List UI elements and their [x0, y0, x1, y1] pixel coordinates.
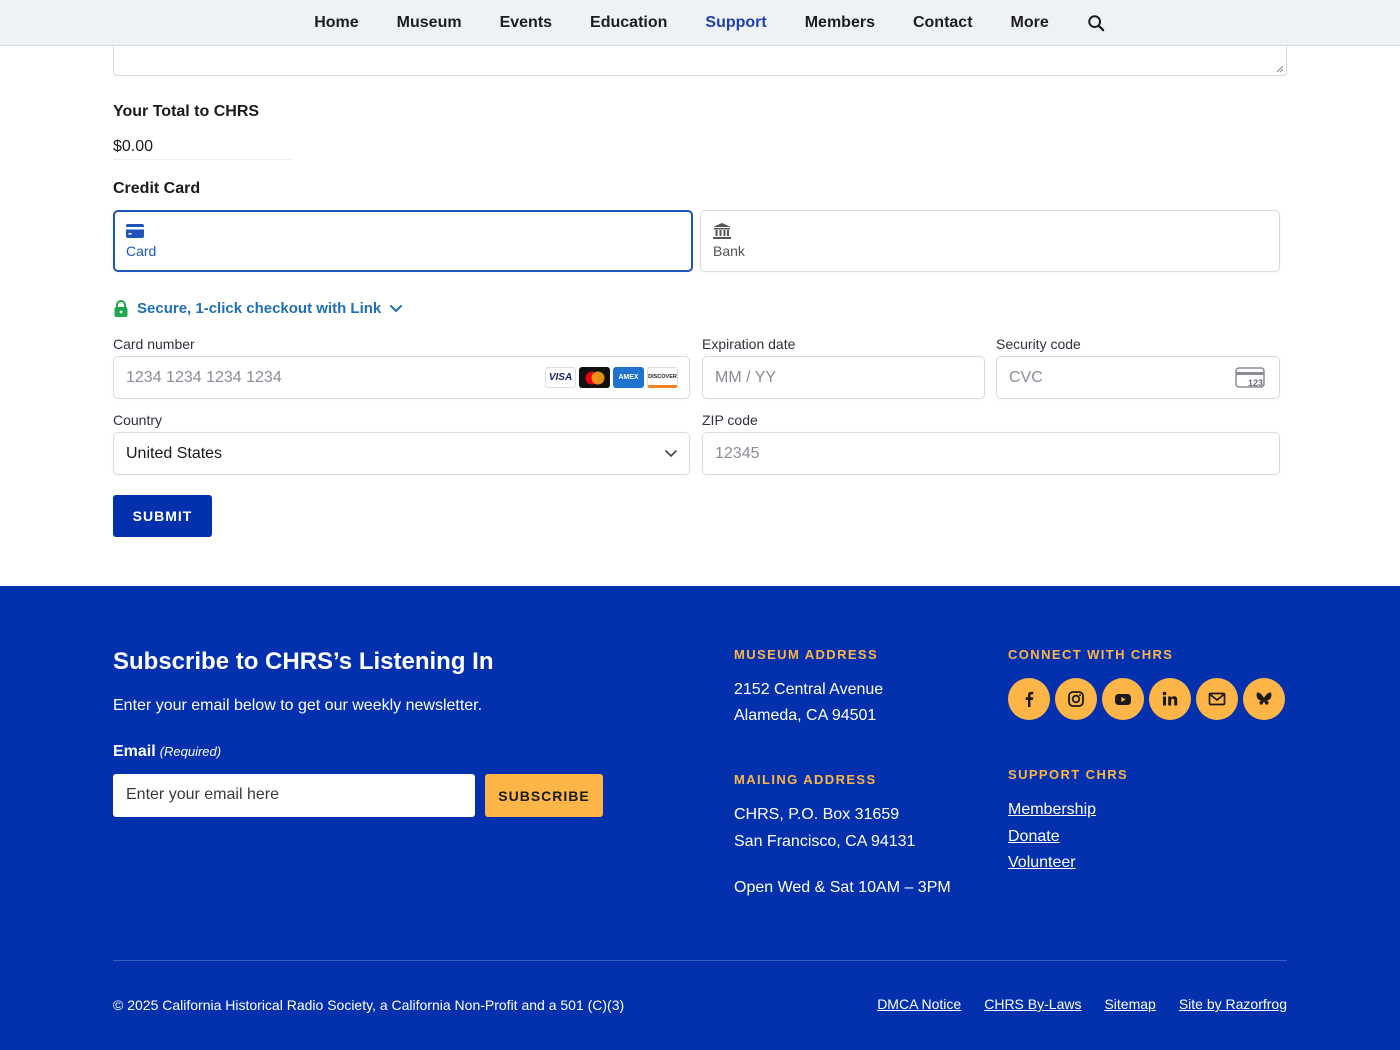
zip-placeholder: 12345 [715, 445, 760, 462]
payment-heading: Credit Card [113, 180, 201, 197]
instagram-link[interactable] [1055, 678, 1097, 720]
newsletter-email-placeholder: Enter your email here [126, 786, 279, 803]
link-checkout-text: Secure, 1-click checkout with Link [137, 300, 382, 317]
credit-card-icon [126, 224, 144, 238]
country-label: Country [113, 412, 163, 428]
payment-method-card[interactable]: Card [113, 210, 693, 272]
lock-icon [114, 300, 128, 317]
support-link-volunteer[interactable]: Volunteer [1008, 854, 1076, 872]
chevron-down-icon [390, 304, 403, 312]
facebook-icon [1025, 691, 1034, 707]
nav-item-events[interactable]: Events [500, 14, 552, 32]
footer-divider [113, 960, 1287, 961]
site-footer: Subscribe to CHRS’s Listening In Enter y… [0, 586, 1400, 1050]
country-select[interactable]: United States [113, 432, 690, 475]
museum-address-heading: MUSEUM ADDRESS [734, 647, 879, 662]
cvc-icon-text: 123 [1248, 378, 1263, 388]
country-value: United States [126, 445, 223, 462]
youtube-icon [1115, 694, 1131, 705]
card-number-input[interactable]: 1234 1234 1234 1234 VISA AMEX DISCOVER [113, 356, 690, 399]
email-label-text: Email [113, 743, 156, 760]
zip-label: ZIP code [702, 412, 758, 428]
mail-icon [1208, 692, 1226, 706]
top-navigation: Home Museum Events Education Support Mem… [0, 0, 1400, 46]
security-code-label: Security code [996, 336, 1081, 352]
security-code-placeholder: CVC [1009, 369, 1043, 386]
newsletter-title: Subscribe to CHRS’s Listening In [113, 648, 494, 675]
museum-address-line-2: Alameda, CA 94501 [734, 707, 877, 724]
submit-button[interactable]: SUBMIT [113, 495, 212, 537]
bluesky-link[interactable] [1243, 678, 1285, 720]
sitemap-link[interactable]: Sitemap [1104, 996, 1155, 1012]
payment-method-card-label: Card [126, 243, 157, 259]
newsletter-email-input[interactable]: Enter your email here [113, 774, 475, 817]
dmca-notice-link[interactable]: DMCA Notice [877, 996, 961, 1012]
support-link-donate[interactable]: Donate [1008, 828, 1060, 846]
bylaws-link[interactable]: CHRS By-Laws [984, 996, 1081, 1012]
nav-item-support[interactable]: Support [705, 14, 766, 32]
email-link[interactable] [1196, 678, 1238, 720]
mailing-address-line-1: CHRS, P.O. Box 31659 [734, 806, 900, 823]
visa-icon: VISA [545, 367, 576, 388]
support-link-membership[interactable]: Membership [1008, 801, 1096, 819]
opening-hours: Open Wed & Sat 10AM – 3PM [734, 879, 951, 896]
card-number-label: Card number [113, 336, 195, 352]
linkedin-icon [1162, 691, 1178, 706]
nav-item-education[interactable]: Education [590, 14, 667, 32]
mastercard-icon [579, 367, 610, 388]
connect-heading: CONNECT WITH CHRS [1008, 647, 1174, 662]
nav-item-more[interactable]: More [1011, 14, 1049, 32]
email-label: Email (Required) [113, 743, 221, 761]
social-links [1008, 678, 1285, 720]
expiration-label: Expiration date [702, 336, 796, 352]
mailing-address-heading: MAILING ADDRESS [734, 772, 877, 787]
support-heading: SUPPORT CHRS [1008, 767, 1129, 782]
discover-icon: DISCOVER [647, 367, 678, 388]
link-checkout-toggle[interactable]: Secure, 1-click checkout with Link [113, 300, 403, 317]
nav-item-home[interactable]: Home [314, 14, 358, 32]
security-code-input[interactable]: CVC 123 [996, 356, 1280, 399]
amex-icon: AMEX [613, 367, 644, 388]
newsletter-description: Enter your email below to get our weekly… [113, 697, 483, 714]
resize-grip-icon[interactable] [1276, 65, 1284, 73]
expiration-input[interactable]: MM / YY [702, 356, 985, 399]
youtube-link[interactable] [1102, 678, 1144, 720]
payment-method-bank[interactable]: Bank [700, 210, 1280, 272]
bluesky-icon [1256, 692, 1272, 705]
linkedin-link[interactable] [1149, 678, 1191, 720]
instagram-icon [1068, 691, 1084, 707]
search-icon[interactable] [1087, 14, 1105, 32]
footer-bottom-links: DMCA Notice CHRS By-Laws Sitemap Site by… [877, 996, 1287, 1012]
card-number-placeholder: 1234 1234 1234 1234 [126, 369, 282, 386]
cvc-card-icon: 123 [1235, 367, 1265, 388]
total-value: $0.00 [113, 132, 291, 160]
card-brand-logos: VISA AMEX DISCOVER [545, 367, 678, 388]
nav-item-contact[interactable]: Contact [913, 14, 973, 32]
payment-method-bank-label: Bank [713, 243, 745, 259]
chevron-down-icon [665, 450, 677, 458]
nav-item-members[interactable]: Members [805, 14, 875, 32]
museum-address-line-1: 2152 Central Avenue [734, 681, 884, 698]
email-required-note: (Required) [159, 744, 222, 759]
bank-icon [713, 223, 731, 239]
zip-input[interactable]: 12345 [702, 432, 1280, 475]
expiration-placeholder: MM / YY [715, 369, 777, 386]
total-label: Your Total to CHRS [113, 103, 260, 120]
copyright-text: © 2025 California Historical Radio Socie… [113, 997, 625, 1013]
subscribe-button[interactable]: SUBSCRIBE [485, 774, 603, 817]
facebook-link[interactable] [1008, 678, 1050, 720]
nav-item-museum[interactable]: Museum [397, 14, 462, 32]
site-credit-link[interactable]: Site by Razorfrog [1179, 996, 1287, 1012]
mailing-address-line-2: San Francisco, CA 94131 [734, 833, 916, 850]
